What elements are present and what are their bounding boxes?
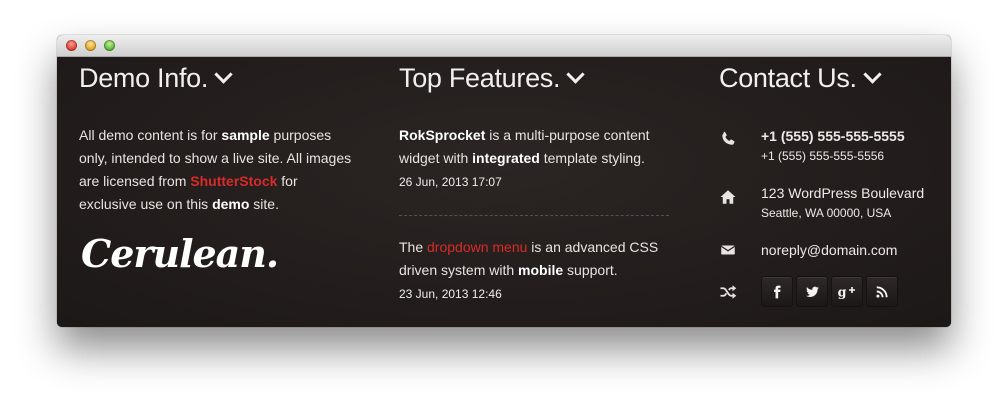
chevron-down-icon (566, 65, 585, 84)
google-plus-button[interactable]: g (831, 276, 863, 307)
email-link[interactable]: noreply@domain.com (761, 242, 897, 258)
demo-info-text-4: site. (249, 196, 279, 212)
dropdown-menu-link[interactable]: dropdown menu (427, 239, 527, 255)
demo-info-heading[interactable]: Demo Info. (79, 63, 233, 94)
email-info: noreply@domain.com (761, 242, 897, 258)
phone-alt[interactable]: +1 (555) 555-555-5556 (761, 149, 905, 163)
demo-info-heading-label: Demo Info. (79, 63, 209, 93)
twitter-icon (805, 286, 819, 297)
twitter-button[interactable] (796, 276, 828, 307)
svg-text:g: g (838, 284, 847, 299)
shutterstock-link[interactable]: ShutterStock (190, 173, 277, 189)
rss-button[interactable] (866, 276, 898, 307)
zoom-window-button[interactable] (104, 40, 115, 51)
feature-2-date: 23 Jun, 2013 12:46 (399, 287, 502, 301)
phone-info: +1 (555) 555-555-5555 +1 (555) 555-555-5… (761, 128, 905, 163)
window-titlebar (57, 35, 951, 57)
feature-2-bold-mobile: mobile (518, 262, 564, 278)
address-line1: 123 WordPress Boulevard (761, 185, 925, 201)
top-features-heading[interactable]: Top Features. (399, 63, 585, 94)
social-buttons: g (761, 276, 898, 307)
feature-item-2: The dropdown menu is an advanced CSS dri… (399, 236, 674, 282)
footer-section: Demo Info. All demo content is for sampl… (57, 57, 951, 327)
contact-heading-label: Contact Us. (719, 63, 857, 93)
feature-1-date: 26 Jun, 2013 17:07 (399, 175, 502, 189)
google-plus-icon: g (838, 284, 855, 299)
feature-item-1: RokSprocket is a multi-purpose content w… (399, 124, 674, 170)
demo-info-bold-demo: demo (212, 196, 250, 212)
top-features-heading-label: Top Features. (399, 63, 561, 93)
feature-1-bold-roksprocket: RokSprocket (399, 127, 486, 143)
cerulean-logo[interactable]: Cerulean. (81, 231, 279, 276)
envelope-icon (720, 245, 736, 255)
minimize-window-button[interactable] (85, 40, 96, 51)
facebook-icon (774, 285, 781, 298)
browser-window: Demo Info. All demo content is for sampl… (57, 35, 951, 327)
rss-icon (876, 285, 888, 298)
chevron-down-icon (863, 65, 882, 84)
feature-1-bold-integrated: integrated (472, 150, 540, 166)
phone-icon (722, 131, 735, 145)
demo-info-bold-sample: sample (221, 127, 270, 143)
feature-2-text-3: support. (563, 262, 618, 278)
address-info: 123 WordPress Boulevard Seattle, WA 0000… (761, 185, 924, 220)
phone-main[interactable]: +1 (555) 555-555-5555 (761, 128, 905, 144)
close-window-button[interactable] (66, 40, 77, 51)
shuffle-icon (720, 285, 737, 299)
contact-heading[interactable]: Contact Us. (719, 63, 882, 94)
demo-info-text-1: All demo content is for (79, 127, 222, 143)
feature-divider (399, 215, 669, 216)
facebook-button[interactable] (761, 276, 793, 307)
demo-info-text: All demo content is for sample purposes … (79, 124, 354, 216)
home-icon (720, 190, 736, 204)
feature-1-text-2: template styling. (539, 150, 645, 166)
chevron-down-icon (214, 65, 233, 84)
feature-2-text-1: The (399, 239, 428, 255)
address-line2: Seattle, WA 00000, USA (761, 206, 892, 220)
